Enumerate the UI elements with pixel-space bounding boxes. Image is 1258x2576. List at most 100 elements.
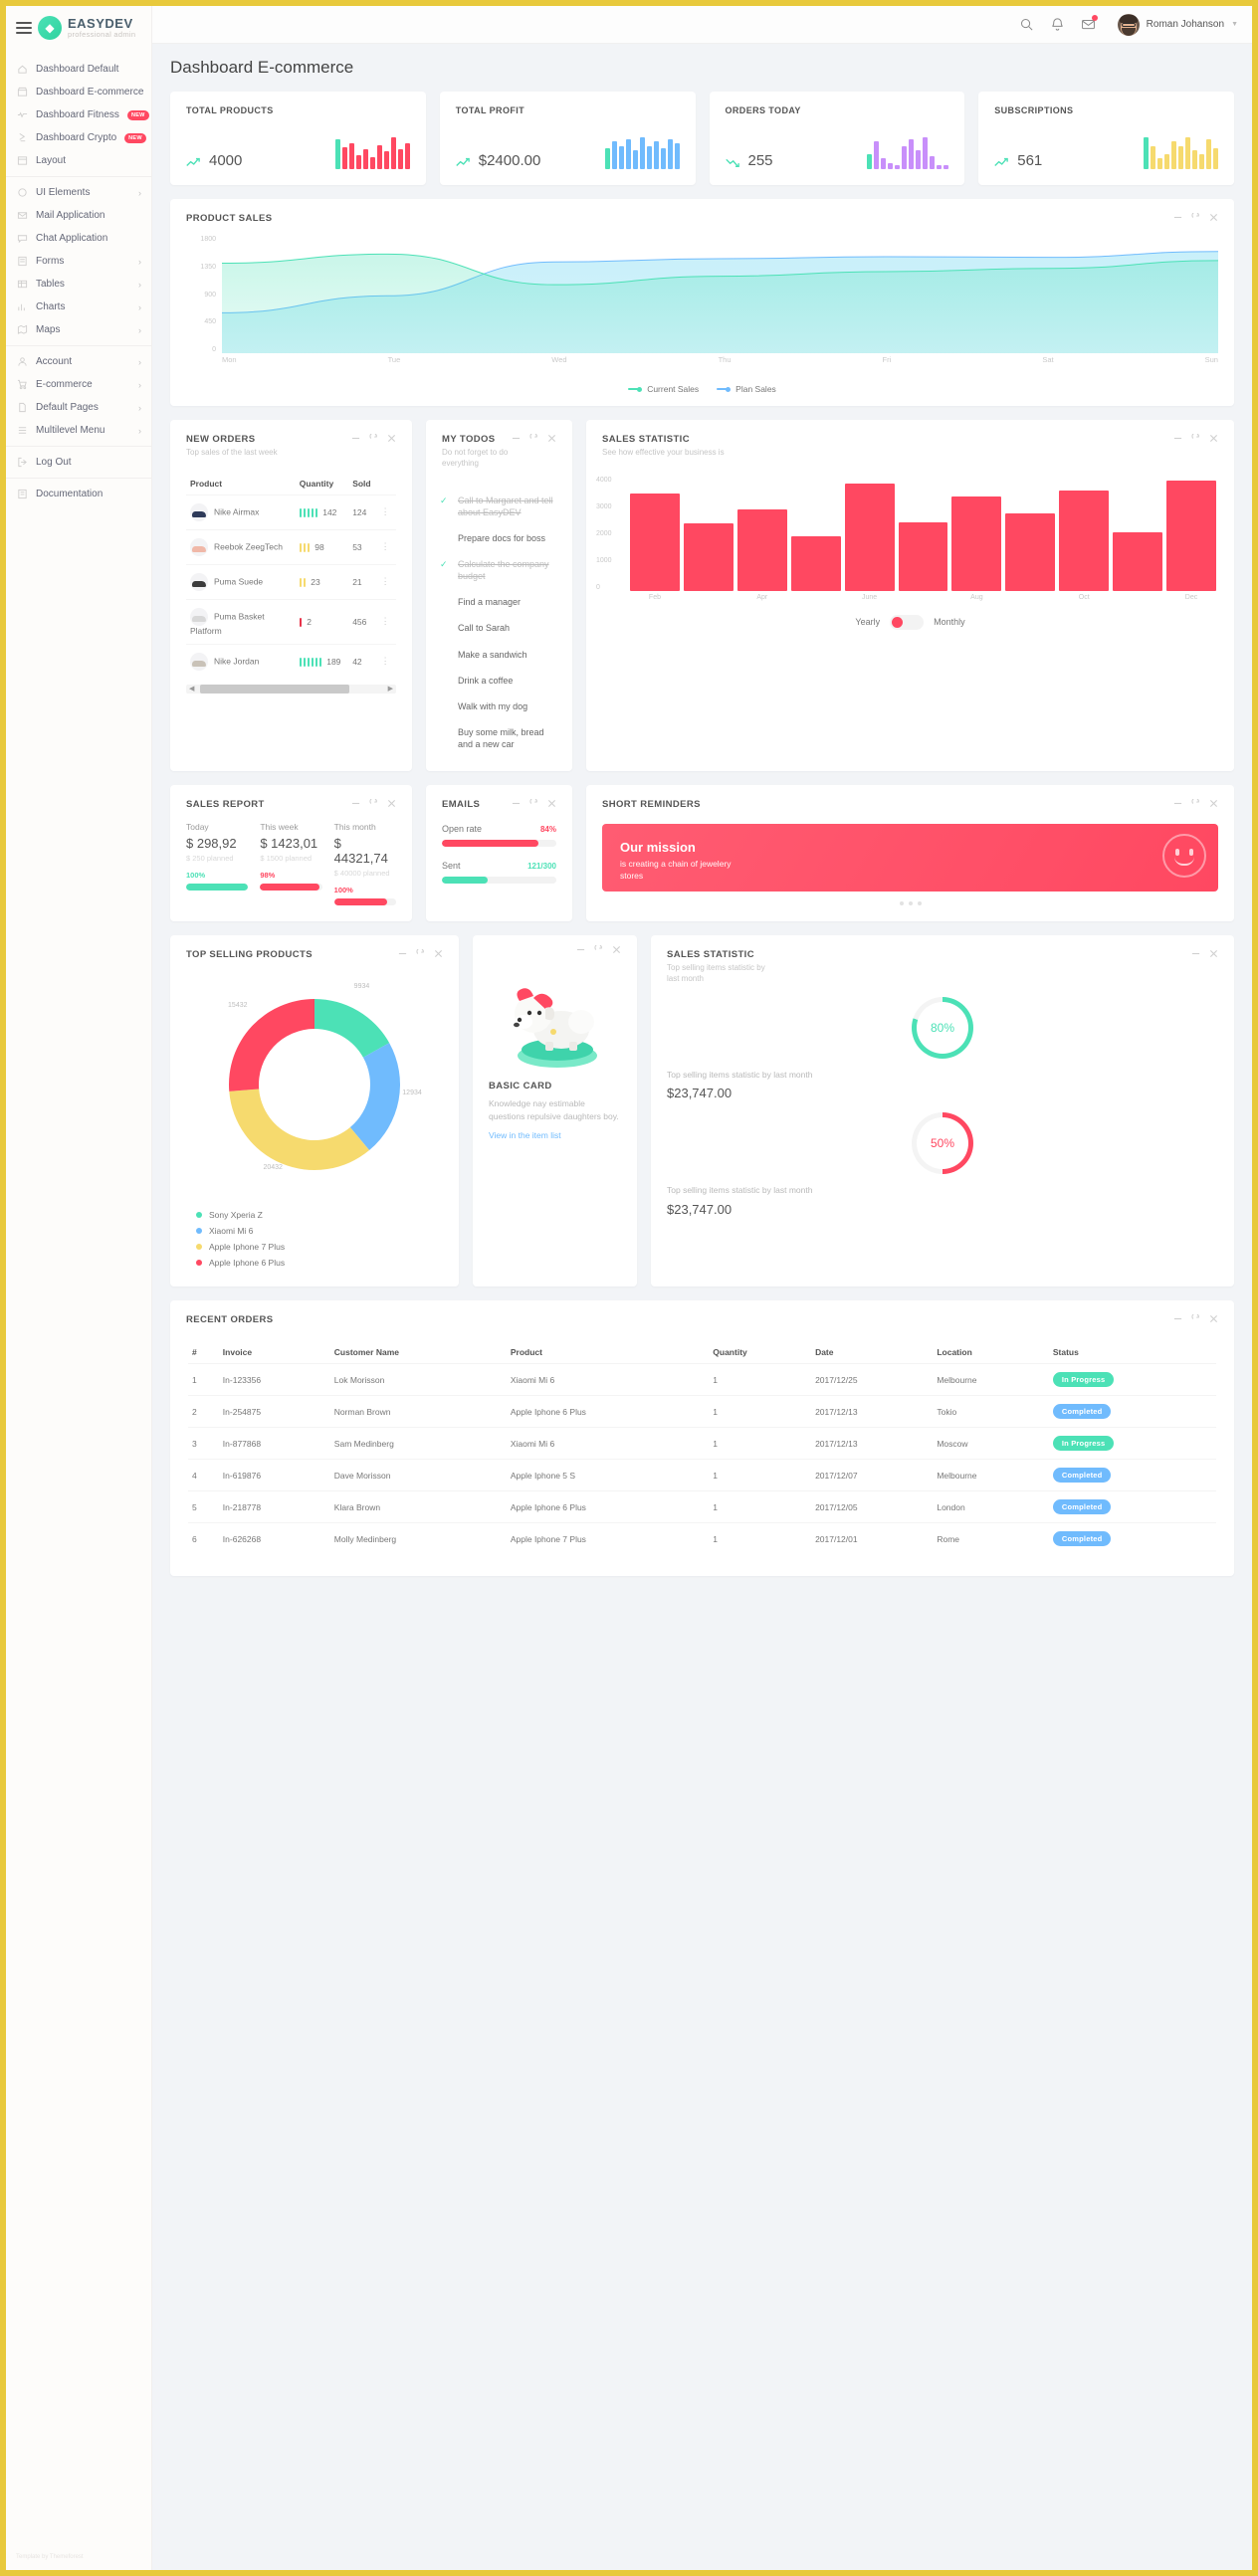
close-icon[interactable] xyxy=(547,434,556,443)
table-row[interactable]: 4 In-619876 Dave Morisson Apple Iphone 5 S1… xyxy=(188,1459,1216,1491)
sidebar-item-multilevel-menu[interactable]: Multilevel Menu › xyxy=(6,419,151,442)
close-icon[interactable] xyxy=(1209,434,1218,443)
minimize-icon[interactable] xyxy=(1173,799,1182,808)
row-menu[interactable]: ⋮ xyxy=(376,494,396,530)
close-icon[interactable] xyxy=(1209,1314,1218,1323)
table-row[interactable]: Nike Jordan 189 42 ⋮ xyxy=(186,643,396,679)
table-row[interactable]: 2 In-254875 Norman Brown Apple Iphone 6 Plu… xyxy=(188,1395,1216,1428)
todo-item[interactable]: ✓ Call to Margaret and tell about EasyDEV xyxy=(440,488,558,525)
sidebar-item-forms[interactable]: Forms › xyxy=(6,250,151,273)
refresh-icon[interactable] xyxy=(1191,799,1200,808)
scroll-left-icon[interactable]: ◀ xyxy=(189,685,194,693)
horizontal-scrollbar[interactable]: ◀ ▶ xyxy=(186,684,396,694)
donut-slice[interactable] xyxy=(229,999,314,1092)
column-header[interactable]: Quantity xyxy=(296,473,348,495)
todo-item[interactable]: Make a sandwich xyxy=(440,642,558,668)
legend-item[interactable]: Sony Xperia Z xyxy=(196,1207,459,1223)
table-row[interactable]: 3 In-877868 Sam Medinberg Xiaomi Mi 6 1 2017/… xyxy=(188,1427,1216,1460)
sidebar-item-chat-application[interactable]: Chat Application xyxy=(6,227,151,250)
column-header[interactable]: Invoice xyxy=(219,1341,330,1364)
sidebar-item-account[interactable]: Account › xyxy=(6,350,151,373)
donut-slice[interactable] xyxy=(314,999,390,1059)
minimize-icon[interactable] xyxy=(1173,1314,1182,1323)
search-icon[interactable] xyxy=(1019,17,1034,32)
refresh-icon[interactable] xyxy=(529,799,538,808)
checkbox[interactable]: ✓ xyxy=(440,558,450,570)
todo-item[interactable]: ✓ Calculate the company budget xyxy=(440,551,558,589)
sidebar-item-dashboard-fitness[interactable]: Dashboard Fitness NEW xyxy=(6,103,151,126)
sidebar-item-layout[interactable]: Layout xyxy=(6,149,151,172)
sidebar-item-dashboard-e-commerce[interactable]: Dashboard E-commerce xyxy=(6,81,151,103)
view-item-list-link[interactable]: View in the item list xyxy=(489,1130,621,1140)
todo-item[interactable]: Find a manager xyxy=(440,589,558,615)
legend-item[interactable]: Plan Sales xyxy=(717,384,776,394)
minimize-icon[interactable] xyxy=(512,434,521,443)
carousel-dots[interactable] xyxy=(586,901,1234,917)
column-header[interactable]: Sold xyxy=(348,473,376,495)
sidebar-item-log-out[interactable]: Log Out xyxy=(6,451,151,474)
donut-slice[interactable] xyxy=(349,1043,400,1151)
scrollbar-thumb[interactable] xyxy=(200,684,349,694)
sidebar-item-ui-elements[interactable]: UI Elements › xyxy=(6,181,151,204)
column-header[interactable] xyxy=(377,473,396,495)
minimize-icon[interactable] xyxy=(351,434,360,443)
sidebar-item-default-pages[interactable]: Default Pages › xyxy=(6,396,151,419)
column-header[interactable]: Date xyxy=(811,1341,933,1364)
donut-slice[interactable] xyxy=(229,1089,370,1171)
column-header[interactable]: Status xyxy=(1049,1341,1216,1364)
bell-icon[interactable] xyxy=(1050,17,1065,32)
close-icon[interactable] xyxy=(434,949,443,958)
sidebar-item-dashboard-crypto[interactable]: Dashboard Crypto NEW xyxy=(6,126,151,149)
table-row[interactable]: Nike Airmax 142 124 ⋮ xyxy=(186,494,396,530)
chevron-down-icon[interactable]: ▼ xyxy=(1231,21,1238,28)
sidebar-item-mail-application[interactable]: Mail Application xyxy=(6,204,151,227)
refresh-icon[interactable] xyxy=(369,434,378,443)
sidebar-item-tables[interactable]: Tables › xyxy=(6,273,151,296)
refresh-icon[interactable] xyxy=(1191,1314,1200,1323)
sidebar-item-e-commerce[interactable]: E-commerce › xyxy=(6,373,151,396)
reminder-slide[interactable]: Our mission is creating a chain of jewel… xyxy=(602,824,1218,892)
refresh-icon[interactable] xyxy=(369,799,378,808)
column-header[interactable]: Location xyxy=(933,1341,1049,1364)
todo-item[interactable]: Walk with my dog xyxy=(440,694,558,719)
hamburger-menu-icon[interactable] xyxy=(16,22,32,34)
period-toggle[interactable]: Yearly Monthly xyxy=(586,601,1234,646)
todo-item[interactable]: Call to Sarah xyxy=(440,615,558,641)
scroll-right-icon[interactable]: ▶ xyxy=(388,685,393,693)
column-header[interactable]: Product xyxy=(507,1341,709,1364)
checkbox[interactable]: ✓ xyxy=(440,495,450,506)
refresh-icon[interactable] xyxy=(416,949,425,958)
legend-item[interactable]: Xiaomi Mi 6 xyxy=(196,1223,459,1239)
column-header[interactable]: Customer Name xyxy=(330,1341,507,1364)
minimize-icon[interactable] xyxy=(398,949,407,958)
legend-item[interactable]: Apple Iphone 6 Plus xyxy=(196,1255,459,1271)
close-icon[interactable] xyxy=(547,799,556,808)
table-row[interactable]: Puma Basket Platform 2 456 ⋮ xyxy=(186,598,396,645)
close-icon[interactable] xyxy=(387,799,396,808)
minimize-icon[interactable] xyxy=(512,799,521,808)
minimize-icon[interactable] xyxy=(1173,213,1182,222)
minimize-icon[interactable] xyxy=(351,799,360,808)
column-header[interactable]: # xyxy=(188,1341,219,1364)
refresh-icon[interactable] xyxy=(529,434,538,443)
row-menu[interactable]: ⋮ xyxy=(376,563,396,600)
row-menu[interactable]: ⋮ xyxy=(376,598,396,645)
todo-item[interactable]: Drink a coffee xyxy=(440,668,558,694)
refresh-icon[interactable] xyxy=(1191,213,1200,222)
row-menu[interactable]: ⋮ xyxy=(376,643,396,679)
table-row[interactable]: 6 In-626268 Molly Medinberg Apple Iphone 7 … xyxy=(188,1522,1216,1555)
sidebar-item-maps[interactable]: Maps › xyxy=(6,318,151,341)
minimize-icon[interactable] xyxy=(1191,949,1200,958)
refresh-icon[interactable] xyxy=(594,945,603,954)
mail-icon[interactable] xyxy=(1081,15,1098,32)
minimize-icon[interactable] xyxy=(1173,434,1182,443)
close-icon[interactable] xyxy=(1209,949,1218,958)
sidebar-item-dashboard-default[interactable]: Dashboard Default xyxy=(6,58,151,81)
legend-item[interactable]: Current Sales xyxy=(628,384,699,394)
close-icon[interactable] xyxy=(612,945,621,954)
close-icon[interactable] xyxy=(1209,799,1218,808)
todo-item[interactable]: Buy some milk, bread and a new car xyxy=(440,719,558,757)
sidebar-item-documentation[interactable]: Documentation xyxy=(6,483,151,505)
table-row[interactable]: Reebok ZeegTech 98 53 ⋮ xyxy=(186,528,396,565)
table-row[interactable]: 5 In-218778 Klara Brown Apple Iphone 6 Plus… xyxy=(188,1490,1216,1523)
